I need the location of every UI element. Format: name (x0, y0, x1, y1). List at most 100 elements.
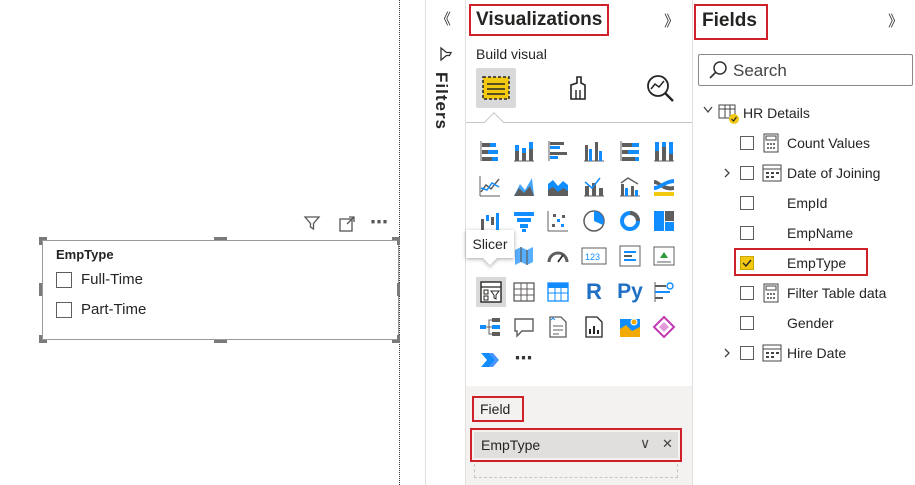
svg-text:123: 123 (585, 252, 600, 262)
more-options-icon[interactable]: ⋯ (370, 212, 389, 233)
checkbox-checked[interactable] (740, 256, 754, 270)
gauge-icon[interactable] (545, 243, 571, 269)
field-well-value: EmpType (481, 437, 541, 453)
resize-handle[interactable] (397, 237, 400, 245)
stacked-bar-chart-icon[interactable] (477, 138, 503, 164)
checkbox[interactable] (56, 271, 72, 288)
format-visual-tab-icon[interactable] (558, 68, 598, 108)
field-label[interactable]: Date of Joining (787, 165, 880, 181)
table-name[interactable]: HR Details (743, 105, 810, 121)
multi-row-card-icon[interactable] (617, 243, 643, 269)
r-script-visual-icon[interactable]: R (581, 279, 607, 305)
field-label[interactable]: Count Values (787, 135, 870, 151)
slicer-option-label: Part-Time (81, 301, 147, 318)
stacked-area-chart-icon[interactable] (545, 173, 571, 199)
slicer-visual-icon[interactable] (478, 279, 504, 305)
smart-narrative-icon[interactable] (545, 314, 571, 340)
expand-chevron-icon[interactable] (722, 346, 732, 364)
100-stacked-bar-chart-icon[interactable] (617, 138, 643, 164)
more-visuals-icon[interactable]: ⋯ (511, 345, 537, 371)
slicer-option-part-time[interactable]: Part-Time (56, 301, 146, 318)
slicer-tooltip-text: Slicer (472, 236, 508, 252)
checkbox[interactable] (740, 316, 754, 330)
resize-handle[interactable] (214, 237, 227, 240)
collapse-icon[interactable]: 《 (436, 8, 451, 29)
card-icon[interactable]: 123 (581, 243, 607, 269)
chevron-down-icon[interactable]: ∨ (640, 435, 650, 452)
slicer-visual[interactable]: EmpType Full-Time Part-Time (42, 240, 399, 340)
fields-title: Fields (702, 10, 757, 31)
calendar-icon (762, 163, 782, 188)
matrix-icon[interactable] (545, 279, 571, 305)
checkbox[interactable] (740, 226, 754, 240)
clustered-column-chart-icon[interactable] (581, 138, 607, 164)
filters-label[interactable]: Filters (431, 72, 451, 130)
clustered-bar-chart-icon[interactable] (545, 138, 571, 164)
remove-field-icon[interactable]: ✕ (662, 436, 673, 452)
collapse-chevron-icon[interactable] (702, 104, 714, 119)
field-well-label: Field (480, 401, 511, 417)
fields-search-input[interactable] (698, 54, 913, 86)
calculator-icon (763, 133, 779, 158)
table-icon[interactable] (511, 279, 537, 305)
paginated-report-icon[interactable] (581, 314, 607, 340)
scatter-chart-icon[interactable] (545, 208, 571, 234)
filter-funnel-icon (438, 46, 454, 67)
table-icon (718, 103, 740, 130)
resize-handle[interactable] (39, 335, 42, 343)
key-influencers-icon[interactable] (651, 279, 677, 305)
resize-handle[interactable] (214, 340, 227, 343)
kpi-icon[interactable] (651, 243, 677, 269)
ribbon-chart-icon[interactable] (651, 173, 677, 199)
checkbox[interactable] (740, 286, 754, 300)
funnel-chart-icon[interactable] (511, 208, 537, 234)
resize-handle[interactable] (39, 237, 42, 245)
search-icon (708, 60, 728, 85)
treemap-icon[interactable] (651, 208, 677, 234)
checkbox[interactable] (740, 196, 754, 210)
100-stacked-column-chart-icon[interactable] (651, 138, 677, 164)
filter-icon[interactable] (303, 214, 321, 237)
checkbox[interactable] (56, 301, 72, 318)
line-and-clustered-column-chart-icon[interactable] (617, 173, 643, 199)
field-label[interactable]: EmpName (787, 225, 853, 241)
drop-zone[interactable] (474, 464, 678, 478)
qna-icon[interactable] (511, 314, 537, 340)
calendar-icon (762, 343, 782, 368)
stacked-column-chart-icon[interactable] (511, 138, 537, 164)
build-visual-tab-icon[interactable] (476, 68, 516, 108)
pie-chart-icon[interactable] (581, 208, 607, 234)
donut-chart-icon[interactable] (617, 208, 643, 234)
python-visual-icon[interactable]: Py (614, 279, 646, 305)
field-label[interactable]: Gender (787, 315, 834, 331)
field-label[interactable]: Hire Date (787, 345, 846, 361)
field-label[interactable]: Filter Table data (787, 285, 886, 301)
expand-icon[interactable]: 》 (664, 10, 679, 31)
filled-map-icon[interactable] (511, 243, 537, 269)
line-and-stacked-column-chart-icon[interactable] (581, 173, 607, 199)
resize-handle[interactable] (397, 283, 400, 296)
line-chart-icon[interactable] (477, 173, 503, 199)
field-label[interactable]: EmpType (787, 255, 846, 271)
field-label[interactable]: EmpId (787, 195, 827, 211)
decomposition-tree-icon[interactable] (477, 314, 503, 340)
analytics-tab-icon[interactable] (640, 68, 680, 108)
calculator-icon (763, 283, 779, 308)
checkbox[interactable] (740, 346, 754, 360)
visualizations-title: Visualizations (476, 9, 603, 30)
resize-handle[interactable] (397, 335, 400, 343)
slicer-option-full-time[interactable]: Full-Time (56, 271, 143, 288)
build-visual-label: Build visual (476, 46, 547, 62)
power-apps-icon[interactable] (651, 314, 677, 340)
power-automate-icon[interactable] (477, 347, 503, 373)
expand-icon[interactable]: 》 (888, 10, 903, 31)
slicer-title: EmpType (56, 247, 114, 262)
resize-handle[interactable] (39, 283, 42, 296)
area-chart-icon[interactable] (511, 173, 537, 199)
focus-mode-icon[interactable] (338, 215, 356, 238)
azure-map-icon[interactable] (617, 314, 643, 340)
checkbox[interactable] (740, 166, 754, 180)
checkbox[interactable] (740, 136, 754, 150)
search-placeholder: Search (733, 61, 787, 80)
expand-chevron-icon[interactable] (722, 166, 732, 184)
